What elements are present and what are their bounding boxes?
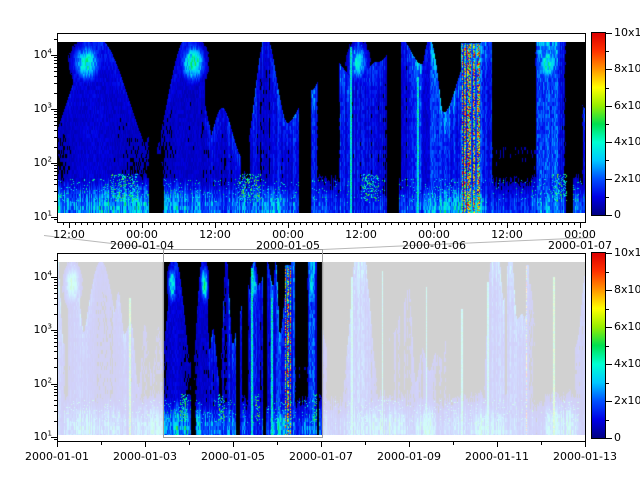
detail-colorbar [591,32,606,216]
detail-spectrogram-canvas[interactable] [57,42,585,213]
overview-colorbar [591,252,606,439]
overview-selection-region[interactable] [163,249,323,438]
zoom-connector-line-left [44,236,164,250]
zoom-connector-line-right [323,238,595,250]
spectrogram-figure: 10110210310410110210310412:0000:002000-0… [0,0,640,480]
